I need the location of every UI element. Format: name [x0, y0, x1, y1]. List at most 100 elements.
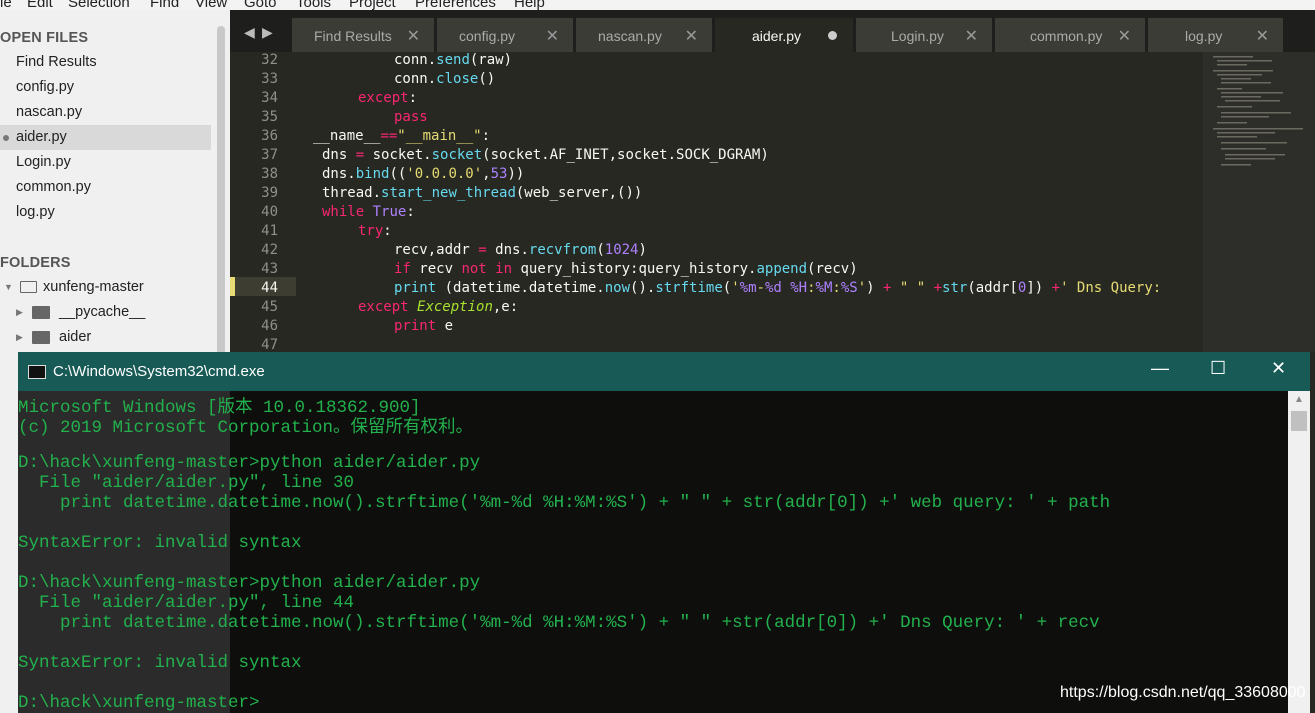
line-number: 37	[261, 147, 278, 163]
line-number: 39	[261, 185, 278, 201]
line-number: 35	[261, 109, 278, 125]
open-file-item[interactable]: Login.py	[0, 150, 211, 175]
unsaved-dot-icon[interactable]	[828, 31, 837, 40]
code-line: conn.send(raw)	[394, 52, 513, 68]
folder-open-icon	[20, 281, 37, 293]
chevron-right-icon: ▶	[16, 332, 23, 342]
tab-left-arrow-icon[interactable]: ◀	[244, 24, 255, 41]
open-file-item[interactable]: config.py	[0, 75, 211, 100]
line-number: 34	[261, 90, 278, 106]
tab-find-results[interactable]: Find Results ✕	[292, 18, 434, 52]
line-number: 47	[261, 337, 278, 353]
scroll-up-arrow-icon[interactable]: ▲	[1294, 394, 1304, 405]
tab-label: nascan.py	[598, 28, 662, 44]
open-file-label: Find Results	[16, 54, 97, 70]
cmd-scrollbar[interactable]: ▲	[1288, 391, 1310, 713]
line-number: 38	[261, 166, 278, 182]
code-line: except Exception,e:	[358, 299, 519, 315]
line-number: 33	[261, 71, 278, 87]
cmd-prompt: D:\hack\xunfeng-master>	[18, 693, 260, 713]
minimap-preview	[1213, 56, 1303, 166]
code-line: __name__=="__main__":	[313, 128, 491, 144]
tab-common[interactable]: common.py ✕	[995, 18, 1145, 52]
open-file-item[interactable]: Find Results	[0, 50, 211, 75]
tab-bar: ◀ ▶ Find Results ✕ config.py ✕ nascan.py ✕ …	[230, 10, 1315, 52]
code-line: pass	[394, 109, 428, 125]
line-number: 32	[261, 52, 278, 68]
maximize-button[interactable]: ☐	[1210, 358, 1226, 379]
cmd-line: SyntaxError: invalid syntax	[18, 653, 302, 673]
code-line: thread.start_new_thread(web_server,())	[322, 185, 643, 201]
code-line: while True:	[322, 204, 415, 220]
open-file-item[interactable]: common.py	[0, 175, 211, 200]
cmd-app-icon	[28, 365, 46, 379]
menu-bar: le Edit Selection Find View Goto Tools P…	[0, 0, 1315, 11]
cmd-line: (c) 2019 Microsoft Corporation。保留所有权利。	[18, 418, 474, 438]
cmd-line: SyntaxError: invalid syntax	[18, 533, 302, 553]
cmd-line: D:\hack\xunfeng-master>python aider/aide…	[18, 453, 481, 473]
code-line: dns.bind(('0.0.0.0',53))	[322, 166, 525, 182]
minimap[interactable]	[1203, 52, 1315, 352]
folder-label: aider	[59, 329, 92, 345]
close-icon[interactable]: ✕	[546, 26, 559, 46]
open-file-label: config.py	[16, 79, 75, 95]
line-number: 46	[261, 318, 278, 334]
close-icon[interactable]: ✕	[1256, 26, 1269, 46]
minimize-button[interactable]: —	[1151, 358, 1169, 379]
close-icon[interactable]: ✕	[407, 26, 420, 46]
line-number: 40	[261, 204, 278, 220]
folder-label: __pycache__	[59, 304, 146, 320]
tab-right-arrow-icon[interactable]: ▶	[262, 24, 273, 41]
open-file-label: log.py	[16, 204, 55, 220]
open-file-item-active[interactable]: aider.py	[0, 125, 211, 150]
cmd-line: print datetime.datetime.now().strftime('…	[18, 493, 1111, 513]
cmd-title-bar[interactable]: C:\Windows\System32\cmd.exe — ☐ ✕	[18, 352, 1310, 391]
close-icon[interactable]: ✕	[965, 26, 978, 46]
tab-label: log.py	[1185, 28, 1223, 44]
unsaved-dot-icon	[3, 135, 9, 141]
cmd-line: File "aider/aider.py", line 30	[18, 473, 355, 493]
cmd-line: D:\hack\xunfeng-master>python aider/aide…	[18, 573, 481, 593]
folder-icon	[32, 306, 50, 319]
tab-label: Find Results	[314, 28, 392, 44]
chevron-right-icon: ▶	[16, 307, 23, 317]
tab-aider[interactable]: aider.py	[715, 18, 853, 52]
tab-nascan[interactable]: nascan.py ✕	[576, 18, 712, 52]
tab-label: Login.py	[891, 28, 944, 44]
scrollbar-thumb[interactable]	[1291, 411, 1307, 431]
tab-log[interactable]: log.py ✕	[1148, 18, 1283, 52]
code-line: try:	[358, 223, 392, 239]
line-number: 43	[261, 261, 278, 277]
folder-label: xunfeng-master	[43, 279, 144, 295]
code-line-current: print (datetime.datetime.now().strftime(…	[394, 280, 1162, 296]
open-file-label: Login.py	[16, 154, 71, 170]
tab-label: common.py	[1030, 28, 1103, 44]
open-file-item[interactable]: nascan.py	[0, 100, 211, 125]
code-editor[interactable]: 32 conn.send(raw) 33 conn.close() 34 exc…	[230, 52, 1315, 353]
close-icon[interactable]: ✕	[1118, 26, 1131, 46]
close-button[interactable]: ✕	[1271, 358, 1286, 379]
line-number: 42	[261, 242, 278, 258]
code-line: except:	[358, 90, 418, 106]
open-file-label: aider.py	[16, 129, 67, 145]
line-number: 36	[261, 128, 278, 144]
sidebar-scrollbar[interactable]	[217, 26, 225, 356]
tab-label: aider.py	[752, 28, 802, 44]
folders-header: FOLDERS	[0, 255, 71, 271]
tab-config[interactable]: config.py ✕	[437, 18, 573, 52]
line-number-current: 44	[261, 280, 278, 296]
line-number: 45	[261, 299, 278, 315]
tab-label: config.py	[459, 28, 516, 44]
cmd-line: File "aider/aider.py", line 44	[18, 593, 355, 613]
code-line: print e	[394, 318, 454, 334]
open-file-item[interactable]: log.py	[0, 200, 211, 225]
cmd-window[interactable]: C:\Windows\System32\cmd.exe — ☐ ✕ Micros…	[18, 352, 1310, 713]
line-number: 41	[261, 223, 278, 239]
code-line: recv,addr = dns.recvfrom(1024)	[394, 242, 647, 258]
tab-login[interactable]: Login.py ✕	[856, 18, 992, 52]
code-line: if recv not in query_history:query_histo…	[394, 261, 858, 277]
open-file-label: nascan.py	[16, 104, 83, 120]
cmd-output[interactable]: Microsoft Windows [版本 10.0.18362.900] (c…	[18, 391, 1288, 713]
close-icon[interactable]: ✕	[685, 26, 698, 46]
cmd-line: print datetime.datetime.now().strftime('…	[18, 613, 1100, 633]
